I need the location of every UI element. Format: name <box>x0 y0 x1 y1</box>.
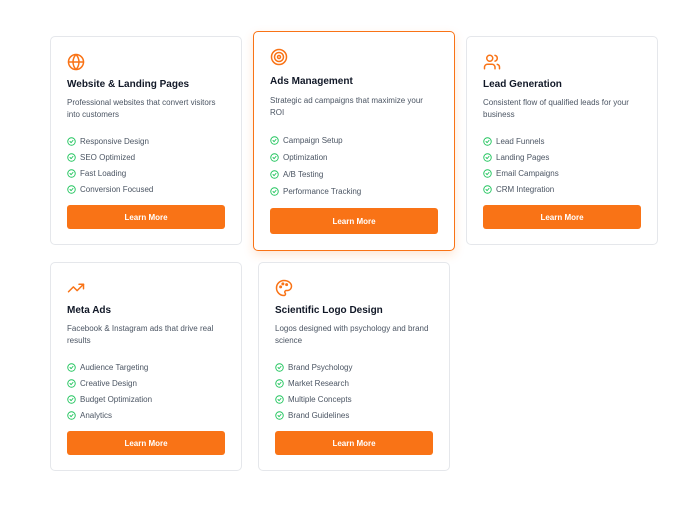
feature-item: Optimization <box>270 149 361 166</box>
card-title: Website & Landing Pages <box>67 79 190 90</box>
feature-item: Audience Targeting <box>67 359 152 375</box>
feature-list: Lead Funnels Landing Pages Email Campaig… <box>483 133 559 197</box>
card-title: Lead Generation <box>483 79 562 90</box>
feature-label: Campaign Setup <box>283 136 343 145</box>
service-card-logo-design: Scientific Logo Design Logos designed wi… <box>258 262 450 471</box>
check-circle-icon <box>67 362 76 372</box>
card-description: Professional websites that convert visit… <box>67 98 216 119</box>
feature-label: SEO Optimized <box>80 152 136 162</box>
check-circle-icon <box>67 184 76 194</box>
feature-label: CRM Integration <box>496 184 555 194</box>
target-icon <box>270 48 288 66</box>
feature-label: Creative Design <box>80 378 137 388</box>
feature-label: Email Campaigns <box>496 168 559 178</box>
check-circle-icon <box>483 136 492 146</box>
feature-label: Brand Psychology <box>288 362 353 372</box>
card-title: Scientific Logo Design <box>275 305 383 316</box>
check-circle-icon <box>67 168 76 178</box>
feature-item: Budget Optimization <box>67 391 152 407</box>
check-circle-icon <box>67 152 76 162</box>
feature-item: Conversion Focused <box>67 181 153 197</box>
feature-list: Responsive Design SEO Optimized Fast Loa… <box>67 133 153 197</box>
feature-item: SEO Optimized <box>67 149 153 165</box>
check-circle-icon <box>67 394 76 404</box>
learn-more-button[interactable]: Learn More <box>67 205 225 229</box>
card-title: Ads Management <box>270 76 353 87</box>
check-circle-icon <box>270 170 279 179</box>
feature-item: Email Campaigns <box>483 165 559 181</box>
check-circle-icon <box>275 362 284 372</box>
globe-icon <box>67 53 85 71</box>
feature-label: Responsive Design <box>80 136 149 146</box>
learn-more-button[interactable]: Learn More <box>67 431 225 455</box>
feature-list: Campaign Setup Optimization A/B Testing … <box>270 132 361 200</box>
check-circle-icon <box>483 168 492 178</box>
feature-item: Campaign Setup <box>270 132 361 149</box>
card-title: Meta Ads <box>67 305 112 316</box>
feature-list: Brand Psychology Market Research Multipl… <box>275 359 352 423</box>
feature-item: Brand Psychology <box>275 359 352 375</box>
feature-item: Lead Funnels <box>483 133 559 149</box>
card-description: Logos designed with psychology and brand… <box>275 324 429 345</box>
feature-item: Analytics <box>67 407 152 423</box>
feature-item: A/B Testing <box>270 166 361 183</box>
check-circle-icon <box>270 153 279 162</box>
feature-item: Multiple Concepts <box>275 391 352 407</box>
palette-icon <box>275 279 293 297</box>
feature-label: Fast Loading <box>80 168 127 178</box>
feature-label: Analytics <box>80 410 113 420</box>
feature-label: Budget Optimization <box>80 394 153 404</box>
feature-label: Lead Funnels <box>496 136 545 146</box>
trending-up-icon <box>67 279 85 297</box>
check-circle-icon <box>270 136 279 145</box>
card-description: Facebook & Instagram ads that drive real… <box>67 324 214 345</box>
service-card-lead-generation: Lead Generation Consistent flow of quali… <box>466 36 658 245</box>
check-circle-icon <box>275 410 284 420</box>
feature-item: Responsive Design <box>67 133 153 149</box>
learn-more-button[interactable]: Learn More <box>270 208 438 234</box>
feature-label: Brand Guidelines <box>288 410 350 420</box>
feature-label: Optimization <box>283 153 328 162</box>
check-circle-icon <box>483 152 492 162</box>
feature-item: Landing Pages <box>483 149 559 165</box>
service-card-meta-ads: Meta Ads Facebook & Instagram ads that d… <box>50 262 242 471</box>
feature-item: Performance Tracking <box>270 183 361 200</box>
users-icon <box>483 53 501 71</box>
feature-item: CRM Integration <box>483 181 559 197</box>
feature-item: Market Research <box>275 375 352 391</box>
service-card-website: Website & Landing Pages Professional web… <box>50 36 242 245</box>
feature-label: A/B Testing <box>283 170 324 179</box>
feature-list: Audience Targeting Creative Design Budge… <box>67 359 152 423</box>
check-circle-icon <box>275 394 284 404</box>
learn-more-button[interactable]: Learn More <box>483 205 641 229</box>
feature-label: Multiple Concepts <box>288 394 352 404</box>
service-card-ads-management: Ads Management Strategic ad campaigns th… <box>253 31 455 251</box>
card-description: Strategic ad campaigns that maximize you… <box>270 96 423 117</box>
card-description: Consistent flow of qualified leads for y… <box>483 98 629 119</box>
check-circle-icon <box>270 187 279 196</box>
section-subtitle-cut: customers <box>0 0 696 3</box>
feature-label: Market Research <box>288 378 349 388</box>
check-circle-icon <box>67 378 76 388</box>
check-circle-icon <box>275 378 284 388</box>
feature-label: Landing Pages <box>496 152 550 162</box>
feature-item: Fast Loading <box>67 165 153 181</box>
check-circle-icon <box>67 136 76 146</box>
check-circle-icon <box>483 184 492 194</box>
check-circle-icon <box>67 410 76 420</box>
feature-label: Performance Tracking <box>283 187 362 196</box>
feature-item: Creative Design <box>67 375 152 391</box>
feature-label: Conversion Focused <box>80 184 154 194</box>
feature-label: Audience Targeting <box>80 362 149 372</box>
feature-item: Brand Guidelines <box>275 407 352 423</box>
learn-more-button[interactable]: Learn More <box>275 431 433 455</box>
